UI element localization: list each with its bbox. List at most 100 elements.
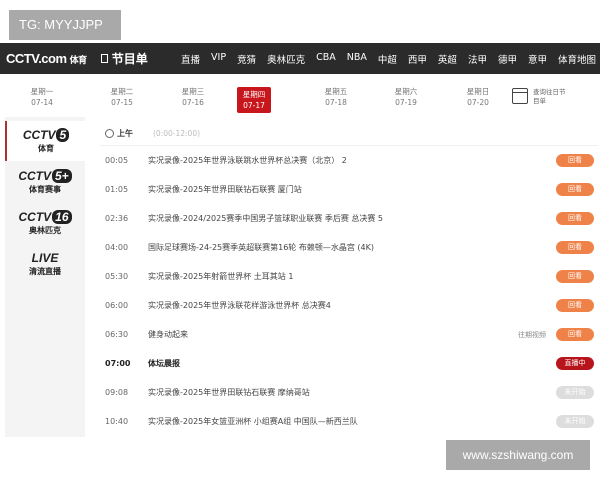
channel-item[interactable]: CCTV 16 奥林匹克: [5, 203, 85, 243]
date-day: 星期五: [324, 87, 348, 96]
schedule-list: 上午 (0:00-12:00) 00:05 实况录像-2025年世界泳联跳水世界杯…: [100, 122, 598, 436]
nav-link[interactable]: 英超: [438, 52, 457, 66]
channel-item[interactable]: CCTV 5 体育: [5, 121, 85, 161]
nav-link[interactable]: 西甲: [408, 52, 427, 66]
date-value: 07-17: [243, 101, 265, 110]
program-title[interactable]: 实况录像-2025年世界田联钻石联赛 厦门站: [148, 184, 302, 195]
replay-button[interactable]: 回看: [556, 212, 594, 225]
history-query-link[interactable]: 查询往日节 目单: [533, 88, 566, 106]
channel-logo-text: LIVE: [31, 251, 59, 265]
replay-button[interactable]: 回看: [556, 299, 594, 312]
date-value: 07-14: [31, 98, 53, 107]
nav-link[interactable]: VIP: [211, 52, 226, 66]
date-tab[interactable]: 星期日 07-20: [458, 86, 498, 108]
channel-name: 体育: [38, 144, 54, 153]
program-title[interactable]: 实况录像-2024/2025赛季中国男子篮球职业联赛 季后赛 总决赛 5: [148, 213, 383, 224]
program-title[interactable]: 实况录像-2025年世界泳联花样游泳世界杯 总决赛4: [148, 300, 331, 311]
replay-button[interactable]: 回看: [556, 183, 594, 196]
replay-button[interactable]: 回看: [556, 328, 594, 341]
date-tab[interactable]: 星期三 07-16: [173, 86, 213, 108]
program-time: 04:00: [105, 243, 129, 252]
date-tab[interactable]: 星期五 07-18: [316, 86, 356, 108]
date-day: 星期二: [110, 87, 134, 96]
date-tab[interactable]: 星期四 07-17: [237, 87, 271, 113]
date-day: 星期一: [30, 87, 54, 96]
not-started-button: 未开始: [556, 415, 594, 428]
schedule-row: 04:00 国际足球赛场-24-25赛季英超联赛第16轮 布赖顿—水晶宫 (4K)…: [100, 233, 598, 262]
program-time: 10:40: [105, 417, 129, 426]
schedule-row: 02:36 实况录像-2024/2025赛季中国男子篮球职业联赛 季后赛 总决赛 …: [100, 204, 598, 233]
nav-links: 直播 VIP 竞猜 奥林匹克 CBA NBA 中超 西甲 英超 法甲 德甲 意甲 体育地图: [181, 52, 596, 66]
replay-button[interactable]: 回看: [556, 270, 594, 283]
date-day: 星期日: [466, 87, 490, 96]
nav-link[interactable]: CBA: [316, 52, 336, 66]
schedule-row: 01:05 实况录像-2025年世界田联钻石联赛 厦门站 回看: [100, 175, 598, 204]
program-title[interactable]: 体坛晨报: [148, 358, 180, 369]
program-title[interactable]: 实况录像-2025年女篮亚洲杯 小组赛A组 中国队—新西兰队: [148, 416, 358, 427]
channel-number: 5: [56, 128, 70, 142]
live-button[interactable]: 直播中: [556, 357, 594, 370]
schedule-row: 09:08 实况录像-2025年世界田联钻石联赛 摩纳哥站 未开始: [100, 378, 598, 407]
date-day: 星期四: [242, 90, 266, 99]
channel-number: 5+: [51, 169, 72, 183]
channel-logo-text: CCTV: [18, 210, 52, 224]
replay-button[interactable]: 回看: [556, 241, 594, 254]
watermark-top: TG: MYYJJPP: [9, 10, 121, 40]
nav-link[interactable]: 法甲: [468, 52, 487, 66]
channel-logo: LIVE: [32, 251, 59, 265]
program-title[interactable]: 国际足球赛场-24-25赛季英超联赛第16轮 布赖顿—水晶宫 (4K): [148, 242, 374, 253]
program-time: 09:08: [105, 388, 129, 397]
program-time: 07:00: [105, 359, 131, 368]
nav-link[interactable]: 意甲: [528, 52, 547, 66]
channel-number: 16: [52, 210, 72, 224]
channel-name: 奥林匹克: [29, 226, 61, 235]
program-title[interactable]: 实况录像-2025年世界田联钻石联赛 摩纳哥站: [148, 387, 310, 398]
replay-button[interactable]: 回看: [556, 154, 594, 167]
program-time: 00:05: [105, 156, 129, 165]
schedule-row: 07:00 体坛晨报 直播中: [100, 349, 598, 378]
program-title[interactable]: 实况录像-2025年射箭世界杯 土耳其站 1: [148, 271, 293, 282]
date-value: 07-18: [325, 98, 347, 107]
channel-name: 清流直播: [29, 267, 61, 276]
nav-link[interactable]: NBA: [347, 52, 367, 66]
program-title[interactable]: 实况录像-2025年世界泳联跳水世界杯总决赛（北京） 2: [148, 155, 347, 166]
schedule-row: 10:40 实况录像-2025年女篮亚洲杯 小组赛A组 中国队—新西兰队 未开始: [100, 407, 598, 436]
watermark-bottom: www.szshiwang.com: [446, 440, 590, 470]
program-time: 06:30: [105, 330, 129, 339]
nav-link[interactable]: 竞猜: [237, 52, 256, 66]
date-day: 星期三: [181, 87, 205, 96]
document-icon: [100, 54, 108, 63]
schedule-row: 06:30 健身动起来 往期视频 回看: [100, 320, 598, 349]
date-value: 07-20: [467, 98, 489, 107]
section-header: 上午 (0:00-12:00): [100, 122, 598, 146]
channel-logo: CCTV 5+: [18, 169, 72, 183]
program-time: 05:30: [105, 272, 129, 281]
schedule-row: 00:05 实况录像-2025年世界泳联跳水世界杯总决赛（北京） 2 回看: [100, 146, 598, 175]
nav-link[interactable]: 奥林匹克: [267, 52, 305, 66]
date-tab[interactable]: 星期六 07-19: [386, 86, 426, 108]
program-time: 06:00: [105, 301, 129, 310]
date-value: 07-16: [182, 98, 204, 107]
nav-link[interactable]: 德甲: [498, 52, 517, 66]
date-tab[interactable]: 星期二 07-15: [102, 86, 142, 108]
channel-item[interactable]: LIVE 清流直播: [5, 244, 85, 284]
channel-logo: CCTV 5: [23, 128, 70, 142]
clock-icon: [105, 129, 114, 138]
date-value: 07-19: [395, 98, 417, 107]
past-videos-link[interactable]: 往期视频: [518, 330, 546, 340]
date-tab[interactable]: 星期一 07-14: [22, 86, 62, 108]
nav-link[interactable]: 体育地图: [558, 52, 596, 66]
program-title[interactable]: 健身动起来: [148, 329, 188, 340]
date-day: 星期六: [394, 87, 418, 96]
schedule-row: 05:30 实况录像-2025年射箭世界杯 土耳其站 1 回看: [100, 262, 598, 291]
calendar-icon[interactable]: [512, 88, 528, 104]
nav-link[interactable]: 中超: [378, 52, 397, 66]
channel-name: 体育赛事: [29, 185, 61, 194]
channel-item[interactable]: CCTV 5+ 体育赛事: [5, 162, 85, 202]
program-time: 02:36: [105, 214, 129, 223]
program-guide-title: 节目单: [100, 50, 148, 67]
nav-link[interactable]: 直播: [181, 52, 200, 66]
channel-sidebar: CCTV 5 体育 CCTV 5+ 体育赛事 CCTV 16 奥林匹克 LIVE 清流直播: [5, 117, 85, 437]
cctv-logo[interactable]: CCTV.com 体育: [6, 51, 87, 66]
channel-logo-text: CCTV: [18, 169, 51, 183]
